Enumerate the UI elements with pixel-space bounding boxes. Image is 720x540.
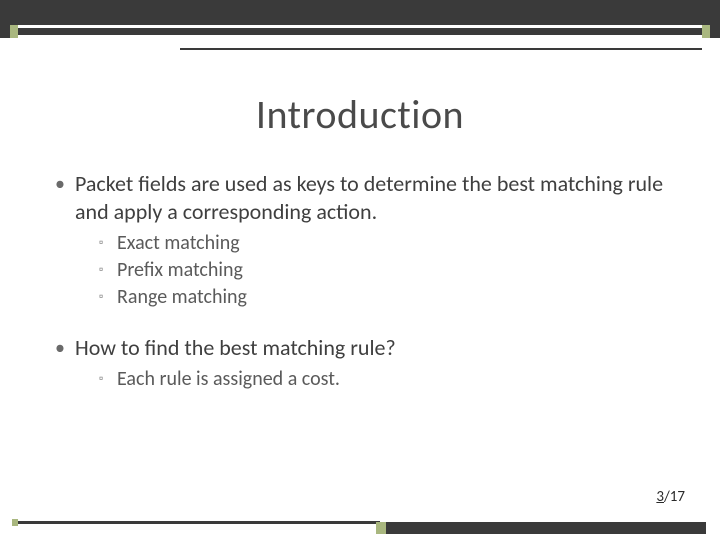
- bullet-text: How to find the best matching rule?: [75, 334, 396, 362]
- sublist: ▫ Each rule is assigned a cost.: [99, 366, 665, 392]
- subbullet-text: Prefix matching: [117, 257, 243, 283]
- bullet-level2: ▫ Exact matching: [99, 230, 665, 256]
- slide-content: • Packet fields are used as keys to dete…: [55, 170, 665, 416]
- subbullet-marker: ▫: [99, 284, 117, 310]
- header-accent-right: [702, 25, 710, 38]
- bullet-level2: ▫ Prefix matching: [99, 257, 665, 283]
- bullet-level1: • Packet fields are used as keys to dete…: [55, 170, 665, 310]
- bullet-marker: •: [55, 170, 75, 198]
- header-midline: [180, 48, 702, 50]
- slide: Introduction • Packet fields are used as…: [0, 0, 720, 540]
- subbullet-marker: ▫: [99, 230, 117, 256]
- slide-title: Introduction: [0, 90, 720, 139]
- subbullet-marker: ▫: [99, 257, 117, 283]
- bullet-level2: ▫ Range matching: [99, 284, 665, 310]
- bullet-level2: ▫ Each rule is assigned a cost.: [99, 366, 665, 392]
- header-accent-left: [10, 25, 18, 38]
- header-lines: [18, 25, 702, 38]
- page-current: 3: [656, 488, 664, 506]
- footer-block: [386, 522, 706, 534]
- page-number: 3/17: [656, 488, 685, 506]
- bullet-marker: •: [55, 334, 75, 362]
- footer-block-accent: [376, 522, 386, 534]
- subbullet-text: Range matching: [117, 284, 247, 310]
- subbullet-text: Exact matching: [117, 230, 240, 256]
- subbullet-text: Each rule is assigned a cost.: [117, 366, 340, 392]
- bullet-text: Packet fields are used as keys to determ…: [75, 170, 665, 226]
- subbullet-marker: ▫: [99, 366, 117, 392]
- bullet-level1: • How to find the best matching rule? ▫ …: [55, 334, 665, 392]
- footer-line: [18, 521, 380, 524]
- page-total: 17: [670, 488, 685, 506]
- sublist: ▫ Exact matching ▫ Prefix matching ▫ Ran…: [99, 230, 665, 310]
